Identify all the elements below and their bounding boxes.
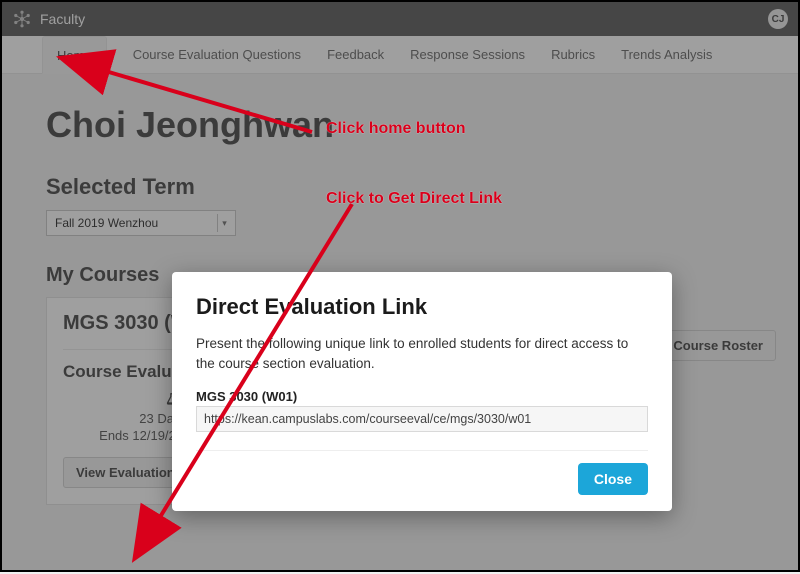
- modal-footer: Close: [196, 450, 648, 495]
- modal-title: Direct Evaluation Link: [196, 294, 648, 320]
- direct-link-modal: Direct Evaluation Link Present the follo…: [172, 272, 672, 511]
- direct-link-input[interactable]: [196, 406, 648, 432]
- modal-body: Present the following unique link to enr…: [196, 334, 648, 373]
- modal-course-label: MGS 3030 (W01): [196, 389, 648, 404]
- close-button[interactable]: Close: [578, 463, 648, 495]
